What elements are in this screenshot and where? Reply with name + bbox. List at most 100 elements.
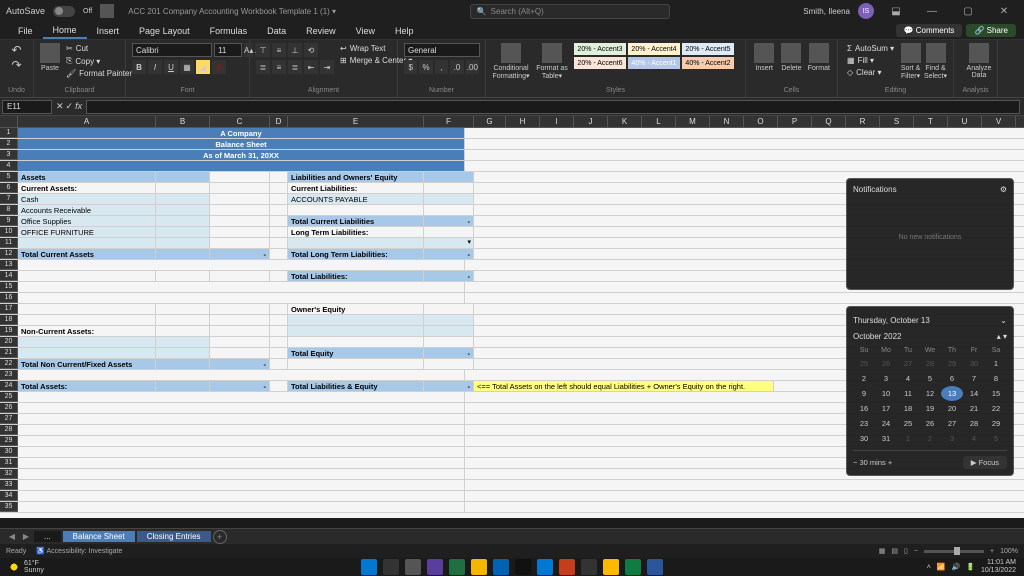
tab-view[interactable]: View — [346, 24, 385, 38]
col-A[interactable]: A — [18, 116, 156, 127]
cell[interactable] — [156, 381, 210, 391]
cal-day-5[interactable]: 5 — [919, 371, 941, 386]
tot-noncur[interactable]: Total Non Current/Fixed Assets — [18, 359, 156, 369]
cell[interactable] — [270, 271, 288, 281]
row-header-19[interactable]: 19 — [0, 326, 18, 336]
sheet-nav-prev[interactable]: ◀ — [6, 532, 18, 541]
row-header-33[interactable]: 33 — [0, 480, 18, 490]
cell[interactable] — [18, 260, 465, 270]
battery-icon[interactable]: 🔋 — [966, 563, 975, 571]
cell[interactable]: - — [424, 216, 474, 226]
cell[interactable] — [156, 271, 210, 281]
col-L[interactable]: L — [642, 116, 676, 127]
cal-day-1[interactable]: 1 — [897, 431, 919, 446]
cal-day-12[interactable]: 12 — [919, 386, 941, 401]
view-break-icon[interactable]: ▯ — [904, 547, 908, 555]
excel-icon[interactable] — [625, 559, 641, 575]
cell[interactable] — [270, 194, 288, 204]
cell[interactable] — [424, 315, 474, 325]
cal-next-icon[interactable]: ▾ — [1003, 332, 1007, 341]
row-header-21[interactable]: 21 — [0, 348, 18, 358]
cell[interactable] — [18, 271, 156, 281]
cell[interactable] — [424, 183, 474, 193]
cell[interactable] — [270, 172, 288, 182]
filename[interactable]: ACC 201 Company Accounting Workbook Temp… — [128, 7, 336, 16]
style-accent5[interactable]: 20% - Accent5 — [682, 43, 734, 55]
cell[interactable] — [424, 172, 474, 182]
cell[interactable] — [270, 315, 288, 325]
cell[interactable] — [18, 370, 465, 380]
teams-icon[interactable] — [427, 559, 443, 575]
col-R[interactable]: R — [846, 116, 880, 127]
cell[interactable] — [210, 194, 270, 204]
cal-day-4[interactable]: 4 — [963, 431, 985, 446]
zoom-value[interactable]: 100% — [1000, 548, 1018, 555]
cur-liab[interactable]: Current Liabilities: — [288, 183, 424, 193]
cell[interactable] — [156, 238, 210, 248]
fx-icon[interactable]: fx — [75, 101, 82, 112]
f11[interactable]: ▾ — [424, 238, 474, 248]
app-icon[interactable] — [515, 559, 531, 575]
col-E[interactable]: E — [288, 116, 424, 127]
cal-day-30[interactable]: 30 — [963, 356, 985, 371]
cell[interactable] — [424, 337, 474, 347]
cal-day-29[interactable]: 29 — [985, 416, 1007, 431]
cal-day-1[interactable]: 1 — [985, 356, 1007, 371]
cell[interactable] — [270, 227, 288, 237]
cell[interactable]: - — [424, 271, 474, 281]
cal-day-21[interactable]: 21 — [963, 401, 985, 416]
copy-button[interactable]: ⎘Copy ▾ — [63, 55, 135, 67]
row-header-8[interactable]: 8 — [0, 205, 18, 215]
row-header-26[interactable]: 26 — [0, 403, 18, 413]
explorer-icon[interactable] — [471, 559, 487, 575]
format-painter-button[interactable]: 🖌Format Painter — [63, 68, 135, 79]
ap[interactable]: ACCOUNTS PAYABLE — [288, 194, 424, 204]
autosave-toggle[interactable] — [53, 6, 75, 17]
tot-le[interactable]: Total Liabilities & Equity — [288, 381, 424, 391]
sheet-tab-closing-entries[interactable]: Closing Entries — [137, 531, 211, 542]
col-H[interactable]: H — [506, 116, 540, 127]
tot-lt[interactable]: Total Long Term Liabilities: — [288, 249, 424, 259]
col-P[interactable]: P — [778, 116, 812, 127]
sheet-tab-balance-sheet[interactable]: Balance Sheet — [63, 531, 135, 542]
cell[interactable] — [270, 337, 288, 347]
cell[interactable] — [18, 491, 465, 501]
zoom-slider[interactable] — [924, 550, 984, 553]
furn[interactable]: OFFICE FURNITURE — [18, 227, 156, 237]
col-D[interactable]: D — [270, 116, 288, 127]
cell[interactable]: - — [424, 348, 474, 358]
cell[interactable] — [18, 458, 465, 468]
tab-formulas[interactable]: Formulas — [200, 24, 258, 38]
cell[interactable] — [270, 249, 288, 259]
cal-day-23[interactable]: 23 — [853, 416, 875, 431]
cell[interactable] — [156, 326, 210, 336]
cal-day-14[interactable]: 14 — [963, 386, 985, 401]
cal-day-16[interactable]: 16 — [853, 401, 875, 416]
row-header-25[interactable]: 25 — [0, 392, 18, 402]
user-avatar[interactable]: IS — [858, 3, 874, 19]
col-J[interactable]: J — [574, 116, 608, 127]
cal-day-25[interactable]: 25 — [853, 356, 875, 371]
cell[interactable] — [270, 348, 288, 358]
maximize-button[interactable]: ▢ — [954, 0, 982, 22]
taskview-icon[interactable] — [405, 559, 421, 575]
font-size-select[interactable] — [214, 43, 242, 57]
align-center-icon[interactable]: ≡ — [272, 60, 286, 74]
row-header-11[interactable]: 11 — [0, 238, 18, 248]
col-I[interactable]: I — [540, 116, 574, 127]
cal-day-7[interactable]: 7 — [963, 371, 985, 386]
tab-data[interactable]: Data — [257, 24, 296, 38]
cal-day-22[interactable]: 22 — [985, 401, 1007, 416]
col-M[interactable]: M — [676, 116, 710, 127]
cancel-formula-icon[interactable]: ✕ — [56, 101, 64, 112]
cal-day-18[interactable]: 18 — [897, 401, 919, 416]
zoom-out-icon[interactable]: − — [914, 548, 918, 555]
row-header-9[interactable]: 9 — [0, 216, 18, 226]
view-layout-icon[interactable]: ▤ — [891, 547, 898, 555]
find-select-button[interactable]: Find & Select▾ — [924, 43, 947, 80]
cell[interactable] — [18, 425, 465, 435]
cell[interactable] — [18, 414, 465, 424]
row-header-24[interactable]: 24 — [0, 381, 18, 391]
calendar-month[interactable]: October 2022 — [853, 332, 901, 341]
cell[interactable] — [156, 183, 210, 193]
